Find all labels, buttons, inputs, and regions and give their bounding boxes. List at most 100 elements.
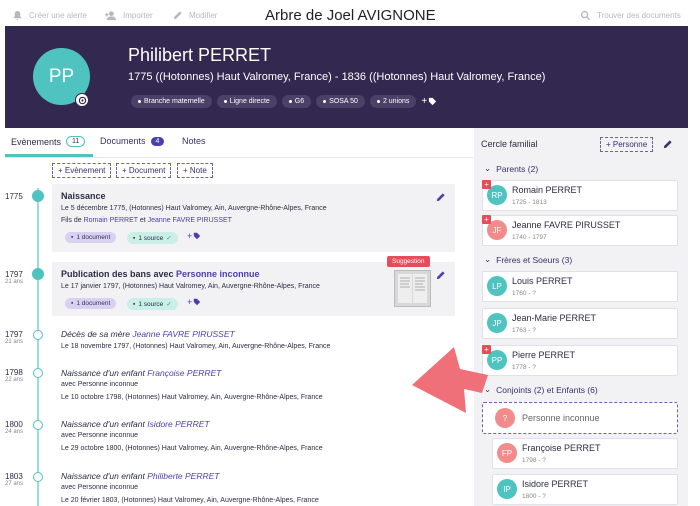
timeline-dot [33, 330, 43, 340]
person-chips: Branche maternelle Ligne directe G6 SOSA… [131, 95, 437, 108]
event-detail: Le 18 novembre 1797, (Hotonnes) Haut Val… [61, 343, 331, 350]
event-title: Publication des bans avec Personne incon… [61, 269, 260, 279]
import-label: Importer [123, 11, 153, 20]
document-thumbnail[interactable] [394, 270, 431, 307]
target-icon[interactable] [75, 93, 89, 107]
chip[interactable]: G6 [281, 95, 312, 108]
add-document-button[interactable]: + Document [116, 163, 172, 178]
timeline-dot [33, 420, 43, 430]
chevron-down-icon: ⌄ [484, 163, 492, 173]
avatar: ? [495, 408, 515, 428]
timeline-line [37, 188, 39, 506]
pencil-icon [173, 11, 182, 20]
chip[interactable]: Branche maternelle [131, 95, 212, 108]
event-detail: Le 5 décembre 1775, (Hotonnes) Haut Valr… [61, 205, 327, 212]
avatar: FP [497, 443, 517, 463]
documents-count-badge: 4 [150, 136, 165, 146]
add-icon[interactable]: + [482, 180, 491, 189]
chip[interactable]: Ligne directe [216, 95, 277, 108]
person-link[interactable]: Françoise PERRET [147, 368, 221, 378]
source-pill[interactable]: ▪ 1 source ✓ [127, 232, 178, 244]
chevron-down-icon: ⌄ [484, 254, 492, 264]
create-alert-label: Créer une alerte [29, 11, 87, 20]
tree-title: Arbre de Joel AVIGNONE [265, 7, 436, 24]
parents-section-header[interactable]: ⌄ Parents (2) [484, 163, 538, 174]
event-partner: avec Personne inconnue [61, 432, 139, 439]
event-title: Naissance d'un enfant Philiberte PERRET [61, 471, 220, 481]
source-pill[interactable]: ▪ 1 source ✓ [127, 298, 178, 310]
timeline-dot [32, 190, 44, 202]
person-dates: 1798 - ? [522, 457, 546, 464]
add-user-icon [105, 11, 116, 21]
import-button[interactable]: Importer [104, 10, 153, 21]
add-tag-icon[interactable]: + [187, 297, 201, 307]
person-link[interactable]: Personne inconnue [176, 269, 260, 279]
person-link[interactable]: Philiberte PERRET [147, 471, 219, 481]
event-detail: Le 10 octobre 1798, (Hotonnes) Haut Valr… [61, 394, 323, 401]
tab-notes[interactable]: Notes [182, 136, 206, 146]
event-partner: avec Personne inconnue [61, 381, 139, 388]
edit-button[interactable]: Modifier [172, 10, 217, 21]
event-year: 1797 21 ans [5, 270, 24, 285]
event-detail: Le 20 février 1803, (Hotonnes) Haut Valr… [61, 497, 319, 504]
timeline-dot [32, 268, 44, 280]
event-title: Naissance [61, 191, 106, 201]
add-tag-icon[interactable]: + [421, 96, 437, 107]
person-link[interactable]: Isidore PERRET [147, 419, 209, 429]
father-link[interactable]: Romain PERRET [84, 217, 138, 224]
event-parents: Fils de Romain PERRET et Jeanne FAVRE PI… [61, 217, 232, 224]
add-note-button[interactable]: + Note [177, 163, 213, 178]
person-name: Louis PERRET [512, 276, 573, 286]
person-dates: 1775 ((Hotonnes) Haut Valromey, France) … [128, 71, 546, 83]
person-name: Jeanne FAVRE PIRUSSET [512, 220, 621, 230]
person-name: Françoise PERRET [522, 443, 601, 453]
avatar: LP [487, 276, 507, 296]
suggestion-badge[interactable]: Suggestion [387, 256, 430, 267]
event-detail: Le 17 janvier 1797, (Hotonnes) Haut Valr… [61, 283, 320, 290]
chip[interactable]: SOSA 50 [316, 95, 365, 108]
event-year: 1798 22 ans [5, 368, 24, 383]
family-title: Cercle familial [481, 139, 538, 149]
mother-link[interactable]: Jeanne FAVRE PIRUSSET [148, 217, 232, 224]
event-detail: Le 29 octobre 1800, (Hotonnes) Haut Valr… [61, 445, 323, 452]
add-tag-icon[interactable]: + [187, 231, 201, 241]
person-dates: 1778 - ? [512, 364, 536, 371]
search-icon [580, 10, 591, 21]
spouses-section-header[interactable]: ⌄ Conjoints (2) et Enfants (6) [484, 384, 598, 395]
event-partner: avec Personne inconnue [61, 484, 139, 491]
events-count-badge: 11 [66, 136, 86, 147]
document-pill[interactable]: ▪ 1 document [65, 232, 117, 243]
person-dates: 1760 - ? [512, 290, 536, 297]
create-alert-button[interactable]: Créer une alerte [12, 10, 87, 21]
person-dates: 1740 - 1797 [512, 234, 547, 241]
person-dates: 1800 - ? [522, 493, 546, 500]
person-name: Romain PERRET [512, 185, 583, 195]
edit-icon[interactable] [435, 270, 446, 281]
event-year: 1797 21 ans [5, 330, 24, 345]
event-title: Naissance d'un enfant Isidore PERRET [61, 419, 210, 429]
find-documents-button[interactable]: Trouver des documents [580, 10, 681, 21]
chip[interactable]: 2 unions [369, 95, 417, 108]
event-year: 1803 27 ans [5, 472, 24, 487]
event-title: Décès de sa mère Jeanne FAVRE PIRUSSET [61, 329, 235, 339]
person-link[interactable]: Jeanne FAVRE PIRUSSET [132, 329, 234, 339]
event-title: Naissance d'un enfant Françoise PERRET [61, 368, 222, 378]
document-pill[interactable]: ▪ 1 document [65, 298, 117, 309]
event-year: 1800 24 ans [5, 420, 24, 435]
add-icon[interactable]: + [482, 215, 491, 224]
event-year: 1775 [5, 192, 23, 201]
bell-icon [13, 10, 22, 21]
avatar: JP [487, 313, 507, 333]
person-name: Personne inconnue [522, 413, 600, 423]
edit-icon[interactable] [435, 192, 446, 203]
timeline-dot [33, 472, 43, 482]
tab-documents[interactable]: Documents 4 [100, 136, 165, 146]
tab-events[interactable]: Evènements 11 [11, 136, 86, 147]
siblings-section-header[interactable]: ⌄ Frères et Soeurs (3) [484, 254, 572, 265]
add-event-button[interactable]: + Evènement [52, 163, 112, 178]
person-dates: 1725 - 1813 [512, 199, 547, 206]
person-name: Philibert PERRET [128, 45, 272, 65]
person-name: Pierre PERRET [512, 350, 576, 360]
edit-icon[interactable] [662, 139, 673, 150]
add-person-button[interactable]: + Personne [600, 137, 654, 152]
